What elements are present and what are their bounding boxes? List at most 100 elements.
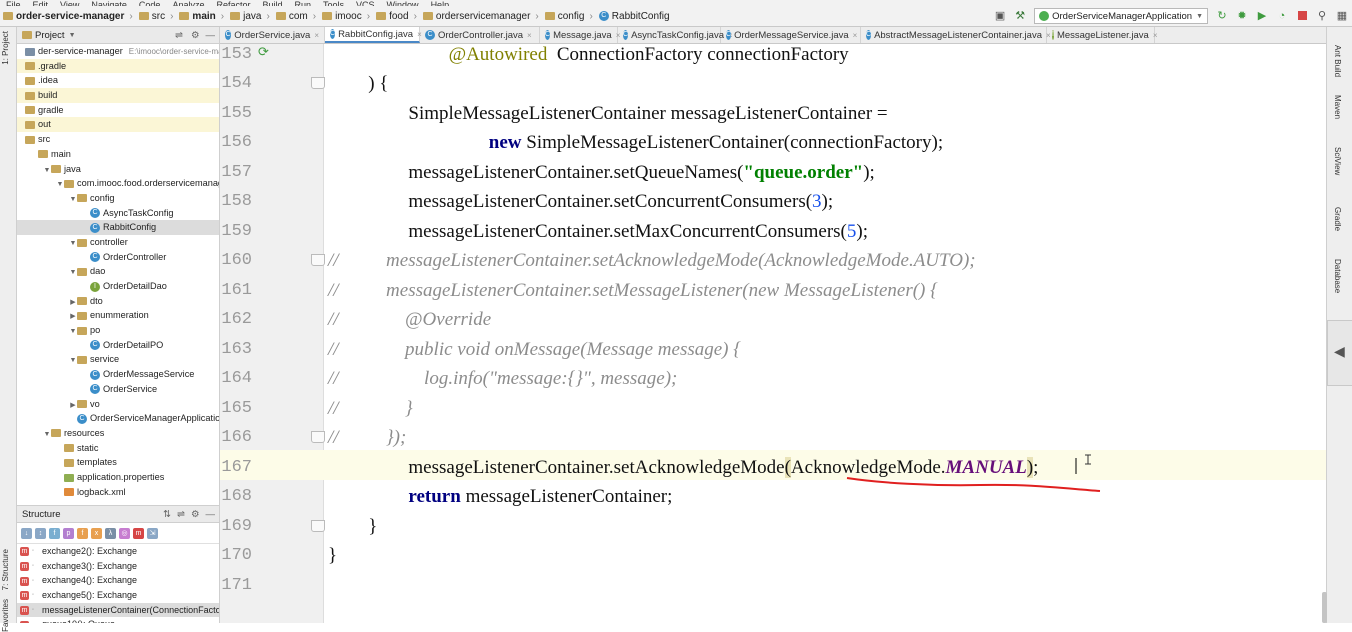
show-methods-icon[interactable]: m	[133, 527, 144, 539]
project-panel-title[interactable]: Project	[35, 30, 65, 41]
editor-tab[interactable]: C RabbitConfig.java ×	[325, 27, 422, 43]
tree-item[interactable]: C AsyncTaskConfig	[17, 206, 219, 221]
tree-item[interactable]: C OrderController	[17, 250, 219, 265]
code-line[interactable]: messageListenerContainer.setQueueNames("…	[408, 158, 874, 188]
breadcrumb-item[interactable]: config ›	[542, 11, 596, 22]
breadcrumb-item[interactable]: orderservicemanager ›	[420, 11, 542, 22]
editor-tab[interactable]: C AbstractMessageListenerContainer.java ×	[861, 27, 1051, 43]
sort-visibility-icon[interactable]: ↕	[35, 527, 46, 539]
code-line[interactable]: // }	[328, 394, 413, 424]
structure-item[interactable]: m ◦ exchange5(): Exchange	[17, 588, 219, 603]
tree-item[interactable]: .idea	[17, 73, 219, 88]
show-anonymous-icon[interactable]: ◎	[119, 527, 130, 539]
tree-item[interactable]: out	[17, 117, 219, 133]
code-line[interactable]: }	[368, 512, 377, 542]
debug-icon[interactable]: ✹	[1235, 9, 1249, 23]
tree-item[interactable]: src	[17, 132, 219, 147]
favorites-tool-tab[interactable]: Favorites	[1, 599, 15, 632]
show-lambdas-icon[interactable]: λ	[105, 527, 116, 539]
structure-item[interactable]: m ◦ messageListenerContainer(ConnectionFac…	[17, 602, 219, 618]
tree-item[interactable]: ▼ po	[17, 323, 219, 338]
code-line[interactable]: new SimpleMessageListenerContainer(conne…	[489, 128, 943, 158]
rerun-icon[interactable]: ↻	[1215, 9, 1229, 23]
tree-item[interactable]: C OrderService	[17, 382, 219, 397]
structure-item[interactable]: m◦queue10(): Queue	[17, 617, 219, 623]
right-tool-tab[interactable]: Database	[1333, 259, 1342, 293]
structure-item[interactable]: m ◦ exchange2(): Exchange	[17, 544, 219, 559]
breadcrumb-item[interactable]: imooc ›	[319, 11, 373, 22]
tree-item[interactable]: C OrderDetailPO	[17, 338, 219, 353]
hide-icon[interactable]: —	[206, 30, 216, 41]
fold-marker-icon[interactable]	[311, 431, 325, 443]
tree-item[interactable]: I OrderDetailDao	[17, 279, 219, 294]
stop-icon[interactable]	[1295, 9, 1309, 23]
run-configuration-select[interactable]: OrderServiceManagerApplication ▼	[1034, 8, 1208, 24]
fold-marker-icon[interactable]	[311, 254, 325, 266]
tree-item[interactable]: ▼ com.imooc.food.orderservicemanager	[17, 176, 219, 191]
tree-item[interactable]: ▼ config	[17, 191, 219, 206]
code-line[interactable]: // });	[328, 423, 406, 453]
autoscroll-icon[interactable]: ⇲	[147, 527, 158, 539]
project-structure-icon[interactable]: ▣	[993, 9, 1007, 23]
build-hammer-icon[interactable]: ⚒	[1013, 9, 1027, 23]
code-line[interactable]: // @Override	[328, 305, 491, 335]
code-line[interactable]: SimpleMessageListenerContainer messageLi…	[408, 99, 887, 129]
editor-tab[interactable]: I MessageListener.java ×	[1047, 27, 1158, 43]
profile-icon[interactable]: ◔	[1275, 9, 1289, 23]
fold-marker-icon[interactable]	[311, 77, 325, 89]
chevron-down-icon[interactable]: ▼	[69, 32, 76, 39]
show-properties-icon[interactable]: p	[63, 527, 74, 539]
breadcrumb-item[interactable]: order-service-manager ›	[0, 11, 136, 22]
structure-item[interactable]: m ◦ exchange4(): Exchange	[17, 573, 219, 588]
side-collapse-handle[interactable]: ◀	[1327, 320, 1352, 386]
breadcrumb-item[interactable]: com ›	[273, 11, 319, 22]
code-line[interactable]: // messageListenerContainer.setAcknowled…	[328, 246, 976, 276]
right-tool-tab[interactable]: SciView	[1333, 147, 1342, 175]
breadcrumb-item[interactable]: C RabbitConfig	[596, 11, 673, 22]
tree-item[interactable]: ▼ service	[17, 352, 219, 367]
tree-item[interactable]: .gradle	[17, 58, 219, 74]
right-tool-tab[interactable]: Ant Build	[1333, 45, 1342, 77]
close-icon[interactable]: ×	[527, 31, 532, 40]
code-line[interactable]: }	[328, 541, 337, 571]
show-inherited-icon[interactable]: f	[77, 527, 88, 539]
tree-item[interactable]: ▼ resources	[17, 426, 219, 441]
tree-item[interactable]: application.properties	[17, 470, 219, 485]
tree-item[interactable]: ▶ enummeration	[17, 308, 219, 323]
close-icon[interactable]: ×	[1153, 31, 1158, 40]
tree-item[interactable]: ▶ vo	[17, 397, 219, 412]
code-line[interactable]: return messageListenerContainer;	[408, 482, 672, 512]
structure-tool-tab[interactable]: 7: Structure	[1, 549, 15, 590]
breadcrumb-item[interactable]: food ›	[373, 11, 420, 22]
coverage-icon[interactable]: ▶	[1255, 9, 1269, 23]
right-tool-tab[interactable]: Gradle	[1333, 207, 1342, 231]
breadcrumb-item[interactable]: main ›	[176, 11, 227, 22]
show-non-public-icon[interactable]: x	[91, 527, 102, 539]
show-fields-icon[interactable]: f	[49, 527, 60, 539]
code-line[interactable]: ) {	[368, 69, 388, 99]
code-line[interactable]: messageListenerContainer.setConcurrentCo…	[408, 187, 833, 217]
close-icon[interactable]: ×	[314, 31, 319, 40]
tree-item[interactable]: build	[17, 88, 219, 103]
tree-item[interactable]: ▼ controller	[17, 235, 219, 250]
structure-item[interactable]: m ◦ exchange3(): Exchange	[17, 559, 219, 574]
tree-item[interactable]: C OrderMessageService	[17, 367, 219, 382]
collapse-icon[interactable]: ⇌	[177, 509, 185, 520]
sdk-icon[interactable]: ▦	[1335, 9, 1349, 23]
tree-item[interactable]: C OrderServiceManagerApplication	[17, 411, 219, 426]
code-line[interactable]: // public void onMessage(Message message…	[328, 335, 741, 365]
tree-item[interactable]: C RabbitConfig	[17, 220, 219, 235]
tree-item[interactable]: ▼ dao	[17, 264, 219, 279]
tree-item[interactable]: templates	[17, 455, 219, 470]
sort-alpha-icon[interactable]: ↓	[21, 527, 32, 539]
hide-icon[interactable]: —	[206, 509, 216, 520]
collapse-icon[interactable]: ⇌	[175, 30, 183, 41]
right-tool-tab[interactable]: Maven	[1333, 95, 1342, 119]
tree-item[interactable]: ▼ java	[17, 162, 219, 177]
sort-icon[interactable]: ⇅	[163, 509, 171, 520]
vertical-scrollbar[interactable]	[1322, 592, 1327, 623]
gear-icon[interactable]: ⚙	[191, 30, 200, 41]
code-line[interactable]: @Autowired ConnectionFactory connectionF…	[449, 40, 849, 70]
run-gutter-icon[interactable]: ⟳	[258, 44, 278, 60]
fold-marker-icon[interactable]	[311, 519, 325, 532]
